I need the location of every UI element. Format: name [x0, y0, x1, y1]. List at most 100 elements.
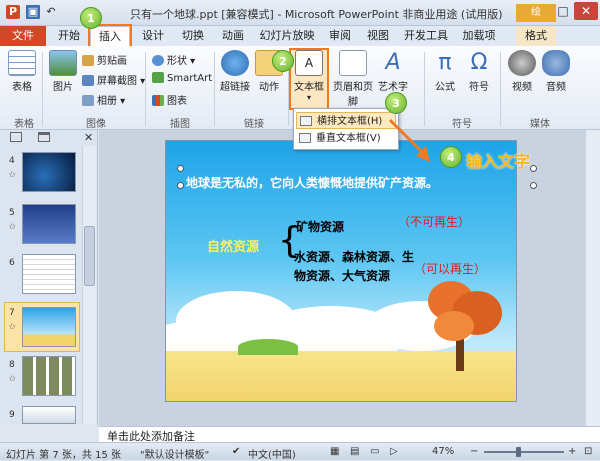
tab-developer[interactable]: 开发工具 — [400, 26, 452, 46]
non-renewable-label[interactable]: （不可再生） — [398, 213, 470, 230]
smartart-button[interactable]: SmartArt — [152, 72, 212, 84]
zoom-out-icon[interactable]: − — [470, 446, 478, 457]
resize-handle[interactable] — [530, 182, 537, 189]
slide-title-text[interactable]: 地球是无私的，它向人类慷慨地提供矿产资源。 — [186, 174, 438, 191]
tab-addins[interactable]: 加载项 — [456, 26, 502, 46]
zoom-level[interactable]: 47% — [432, 446, 454, 457]
picture-icon — [49, 50, 77, 76]
screenshot-label: 屏幕截图 — [97, 76, 137, 87]
header-footer-button[interactable]: 页眉和页脚 — [330, 50, 376, 108]
shapes-button[interactable]: 形状 ▾ — [152, 52, 195, 67]
horizontal-textbox-icon — [300, 116, 312, 126]
film-reel-icon — [508, 50, 536, 76]
close-icon[interactable]: ✕ — [84, 131, 93, 144]
slide-canvas[interactable]: 地球是无私的，它向人类慷慨地提供矿产资源。 自然资源 { 矿物资源 （不可再生）… — [165, 140, 517, 402]
menu-item-horizontal-textbox[interactable]: 横排文本框(H) — [296, 112, 396, 129]
ground — [166, 351, 516, 401]
chevron-down-icon: ▾ — [306, 93, 311, 102]
tab-design[interactable]: 设计 — [134, 26, 172, 46]
zoom-slider[interactable] — [484, 451, 564, 453]
renewable-label[interactable]: （可以再生） — [414, 260, 486, 277]
window-title: 只有一个地球.ppt [兼容模式] - Microsoft PowerPoint… — [130, 8, 503, 21]
clipart-button[interactable]: 剪贴画 — [82, 52, 127, 67]
tab-view[interactable]: 视图 — [360, 26, 396, 46]
album-button[interactable]: 相册 ▾ — [82, 92, 125, 107]
slide-thumbnail[interactable] — [22, 406, 76, 424]
shapes-label: 形状 — [167, 56, 187, 67]
tab-slideshow[interactable]: 幻灯片放映 — [254, 26, 320, 46]
table-button[interactable]: 表格 — [6, 50, 38, 93]
slideshow-view-icon[interactable]: ▷ — [390, 446, 398, 457]
panel-tabs: ✕ — [0, 130, 98, 146]
textbox-label: 文本框 — [294, 82, 324, 93]
vertical-textbox-icon — [299, 133, 311, 143]
tab-home[interactable]: 开始 — [50, 26, 88, 46]
ribbon-separator — [424, 52, 425, 126]
header-footer-icon — [339, 50, 367, 76]
album-icon — [82, 95, 94, 106]
sorter-view-icon[interactable]: ▤ — [350, 446, 359, 457]
animation-star-icon: ✩ — [9, 170, 16, 179]
table-label: 表格 — [12, 82, 32, 93]
save-icon[interactable]: ▣ — [26, 5, 40, 19]
audio-button[interactable]: 音频 — [540, 50, 572, 93]
spellcheck-icon[interactable]: ✔ — [232, 446, 240, 457]
slide-thumbnail[interactable] — [22, 204, 76, 244]
slide-position: 幻灯片 第 7 张，共 15 张 — [6, 450, 121, 461]
group-label-images: 图像 — [86, 119, 106, 130]
resize-handle[interactable] — [177, 182, 184, 189]
animation-star-icon: ✩ — [9, 322, 16, 331]
group-label-illustrations: 插图 — [170, 119, 190, 130]
textbox-button[interactable]: A 文本框 ▾ — [289, 48, 329, 110]
normal-view-icon[interactable]: ▦ — [330, 446, 339, 457]
action-label: 动作 — [259, 82, 279, 93]
slide-thumbnail[interactable] — [22, 254, 76, 294]
slide-thumbnail[interactable] — [22, 152, 76, 192]
menu-item-vertical-textbox[interactable]: 垂直文本框(V) — [296, 130, 396, 147]
equation-button[interactable]: π 公式 — [430, 50, 460, 93]
slide-thumbnail[interactable] — [22, 356, 76, 396]
symbol-button[interactable]: Ω 符号 — [464, 50, 494, 93]
resize-handle[interactable] — [530, 165, 537, 172]
natural-resources-label[interactable]: 自然资源 — [207, 236, 259, 255]
fit-window-icon[interactable]: ⊡ — [584, 446, 592, 457]
renewable-resources-list[interactable]: 水资源、森林资源、生物资源、大气资源 — [294, 248, 414, 286]
hyperlink-button[interactable]: 超链接 — [218, 50, 252, 93]
chart-button[interactable]: 图表 — [152, 92, 187, 107]
picture-button[interactable]: 图片 — [48, 50, 78, 93]
outline-view-icon[interactable] — [38, 132, 50, 142]
zoom-slider-knob[interactable] — [516, 447, 521, 457]
reading-view-icon[interactable]: ▭ — [370, 446, 379, 457]
tab-transitions[interactable]: 切换 — [174, 26, 212, 46]
resize-handle[interactable] — [177, 165, 184, 172]
tab-file[interactable]: 文件 — [0, 26, 46, 46]
powerpoint-app-icon[interactable]: P — [6, 5, 20, 19]
thumbnail-scrollbar[interactable] — [82, 146, 96, 424]
mineral-resources-label[interactable]: 矿物资源 — [296, 218, 344, 235]
editor-scrollbar[interactable] — [585, 130, 600, 426]
slide-thumbnail-panel: ✕ 4 ✩ 5 ✩ 6 7 ✩ 8 ✩ 9 — [0, 130, 98, 426]
tab-format[interactable]: 格式 — [516, 26, 556, 46]
header-footer-label: 页眉和页脚 — [333, 82, 373, 108]
screenshot-button[interactable]: 屏幕截图 ▾ — [82, 72, 145, 87]
close-button[interactable]: ✕ — [574, 2, 598, 20]
screenshot-icon — [82, 75, 94, 86]
zoom-in-icon[interactable]: + — [568, 446, 576, 457]
group-label-tables: 表格 — [14, 119, 34, 130]
slide-thumbnail-selected[interactable] — [22, 307, 76, 347]
menu-item-label: 横排文本框(H) — [317, 116, 383, 127]
video-button[interactable]: 视频 — [506, 50, 538, 93]
wordart-button[interactable]: A 艺术字 — [378, 50, 408, 93]
animation-star-icon: ✩ — [9, 374, 16, 383]
scroll-thumb[interactable] — [84, 226, 95, 286]
input-text-callout: 输入文字 — [466, 152, 531, 171]
slides-view-icon[interactable] — [10, 132, 22, 142]
tab-animations[interactable]: 动画 — [214, 26, 252, 46]
language[interactable]: 中文(中国) — [248, 446, 296, 461]
step-badge-4: 4 — [440, 146, 462, 168]
tab-insert[interactable]: 插入 — [88, 24, 132, 48]
tab-review[interactable]: 审阅 — [322, 26, 358, 46]
textbox-dropdown-menu: 横排文本框(H) 垂直文本框(V) — [293, 108, 399, 150]
notes-pane[interactable]: 单击此处添加备注 — [99, 426, 600, 443]
undo-icon[interactable]: ↶ — [44, 5, 58, 19]
